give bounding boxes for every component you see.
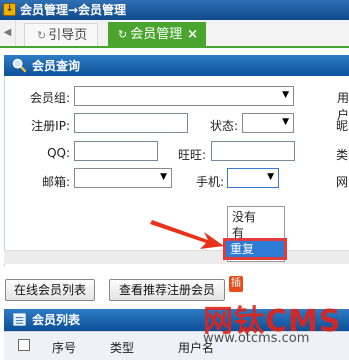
wangwang-input[interactable] — [211, 141, 295, 161]
nickname-label: 昵 — [336, 119, 349, 133]
member-group-label: 会员组: — [29, 91, 70, 105]
dropdown-option-duplicate[interactable]: 重复 — [223, 238, 287, 260]
search-panel-header: 会员查询 — [4, 55, 349, 77]
tab-bar: ◀ ↻ 引导页 ↻ 会员管理 × — [0, 20, 349, 48]
email-label: 邮箱: — [41, 175, 70, 189]
type-label: 类 — [336, 148, 349, 162]
qq-label: QQ: — [47, 146, 70, 160]
chevron-down-icon: ▼ — [282, 117, 289, 127]
wangwang-label: 旺旺: — [177, 148, 206, 162]
red-arrow-icon — [150, 220, 224, 249]
phone-label: 手机: — [195, 175, 224, 189]
phone-select[interactable]: ▼ — [227, 168, 279, 188]
member-list-title: 会员列表 — [32, 313, 81, 327]
column-type: 类型 — [110, 341, 135, 355]
search-panel-title: 会员查询 — [32, 59, 81, 73]
tab-active-label: 会员管理 — [130, 27, 183, 42]
status-label: 状态: — [209, 119, 238, 133]
window-title: 会员管理→会员管理 — [20, 3, 127, 17]
reg-ip-input[interactable] — [74, 113, 188, 133]
plugin-badge[interactable]: 插 — [229, 276, 243, 292]
tab-member-management[interactable]: ↻ 会员管理 × — [108, 22, 206, 48]
tab-scroll-left-icon[interactable]: ◀ — [0, 20, 16, 46]
column-index: 序号 — [52, 341, 77, 355]
list-icon — [13, 313, 26, 326]
chevron-down-icon: ▼ — [160, 172, 167, 182]
refresh-icon: ↻ — [37, 29, 47, 42]
tab-guide[interactable]: ↻ 引导页 — [24, 23, 99, 46]
close-tab-icon[interactable]: × — [187, 22, 198, 48]
refresh-icon: ↻ — [118, 28, 128, 41]
reg-ip-label: 注册IP: — [31, 119, 70, 133]
online-members-button[interactable]: 在线会员列表 — [5, 279, 95, 301]
select-all-checkbox[interactable] — [18, 339, 30, 351]
window-titlebar: ↓ 会员管理→会员管理 — [0, 0, 349, 20]
download-icon: ↓ — [3, 3, 16, 16]
search-panel-footer — [4, 250, 349, 264]
tab-guide-label: 引导页 — [48, 28, 88, 43]
chevron-down-icon: ▼ — [282, 90, 289, 100]
chevron-down-icon: ▼ — [267, 172, 274, 182]
qq-input[interactable] — [74, 141, 158, 161]
dropdown-option-none[interactable]: 没有 — [232, 208, 256, 225]
member-group-select[interactable]: ▼ — [74, 86, 294, 106]
web-label: 网 — [336, 175, 349, 189]
brand-watermark-url: www.otcms.com — [203, 331, 310, 346]
status-select[interactable]: ▼ — [242, 113, 294, 133]
search-icon — [12, 58, 27, 73]
email-select[interactable]: ▼ — [74, 168, 172, 188]
